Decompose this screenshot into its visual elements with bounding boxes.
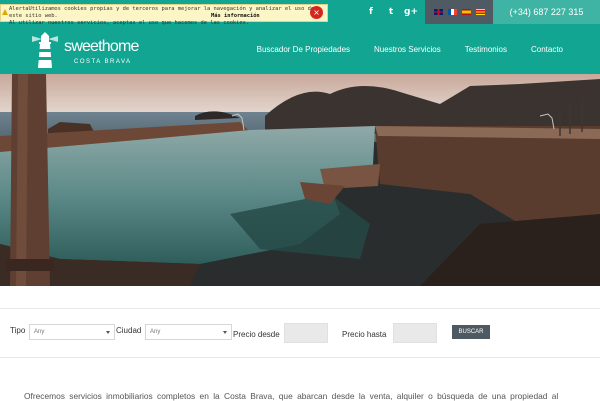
- ca-flag-icon[interactable]: [475, 9, 485, 15]
- social-links: f t g+: [361, 0, 421, 24]
- close-icon[interactable]: ×: [310, 6, 323, 19]
- fr-flag-icon[interactable]: [447, 9, 457, 15]
- tipo-select-value: Any: [34, 329, 45, 335]
- ciudad-label: Ciudad: [116, 326, 142, 335]
- pool-sea-photo: [0, 74, 600, 286]
- nav-item-servicios[interactable]: Nuestros Servicios: [374, 45, 441, 54]
- top-bar-right: f t g+ (+34) 687 227 315: [361, 0, 600, 24]
- chevron-down-icon: [223, 331, 227, 334]
- es-flag-icon[interactable]: [461, 9, 471, 15]
- precio-desde-input[interactable]: [284, 323, 328, 343]
- google-plus-icon[interactable]: g+: [401, 7, 421, 17]
- ciudad-select[interactable]: Any: [145, 324, 232, 340]
- nav-item-contacto[interactable]: Contacto: [531, 45, 563, 54]
- search-button[interactable]: BUSCAR: [452, 325, 490, 339]
- warning-icon: [2, 9, 8, 15]
- cookie-text-line2: Al utilizar nuestros servicios, aceptas …: [9, 20, 250, 26]
- brand-sub: COSTA BRAVA: [74, 59, 132, 65]
- main-header: sweethome COSTA BRAVA Buscador De Propie…: [0, 24, 600, 74]
- precio-hasta-input[interactable]: [393, 323, 437, 343]
- twitter-icon[interactable]: t: [381, 7, 401, 17]
- chevron-down-icon: [106, 331, 110, 334]
- cookie-banner: AlertaUtilizamos cookies propias y de te…: [0, 4, 328, 26]
- precio-hasta-label: Precio hasta: [342, 330, 387, 339]
- nav-item-testimonios[interactable]: Testimonios: [465, 45, 507, 54]
- brand-name: sweethome: [64, 38, 139, 55]
- precio-desde-label: Precio desde: [233, 330, 280, 339]
- language-switcher: [425, 0, 493, 24]
- nav-menu: Buscador De Propiedades Nuestros Servici…: [257, 24, 563, 74]
- hero-image: [0, 74, 600, 286]
- logo[interactable]: sweethome COSTA BRAVA: [28, 30, 148, 70]
- more-info-link[interactable]: Más información: [211, 13, 260, 20]
- lighthouse-icon: [32, 32, 58, 68]
- tipo-label: Tipo: [10, 326, 26, 335]
- facebook-icon[interactable]: f: [361, 7, 381, 17]
- property-search-bar: Tipo Any Ciudad Any Precio desde Precio …: [0, 308, 600, 358]
- tipo-select[interactable]: Any: [29, 324, 115, 340]
- cookie-text-line1: AlertaUtilizamos cookies propias y de te…: [9, 6, 315, 19]
- nav-item-buscador[interactable]: Buscador De Propiedades: [257, 45, 350, 54]
- ciudad-select-value: Any: [150, 329, 161, 335]
- phone-number[interactable]: (+34) 687 227 315: [493, 0, 600, 24]
- en-flag-icon[interactable]: [433, 9, 443, 15]
